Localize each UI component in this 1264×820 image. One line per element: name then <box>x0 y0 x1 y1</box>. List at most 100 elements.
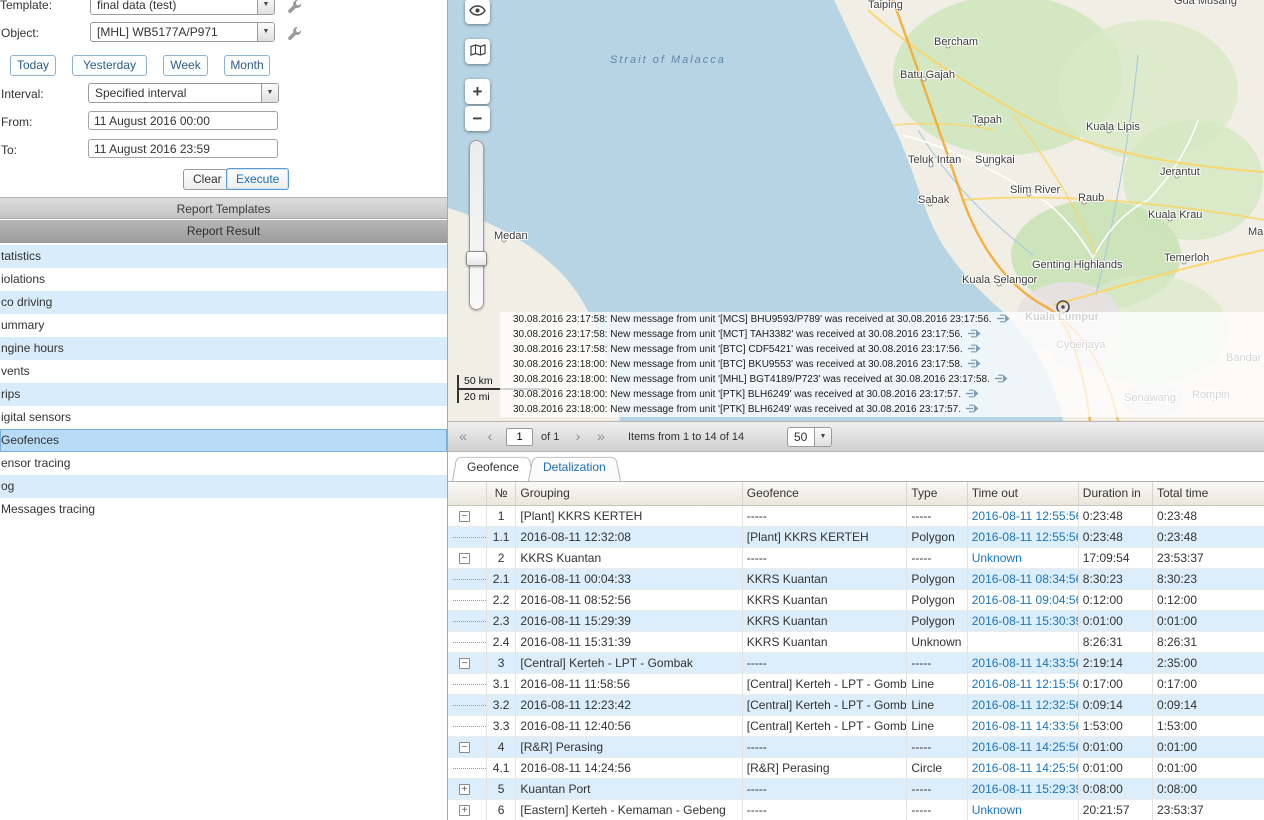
cell-time-out[interactable]: 2016-08-11 14:25:56 <box>968 758 1079 778</box>
expand-toggle-icon[interactable]: + <box>459 805 470 816</box>
cell-type: Line <box>907 716 967 736</box>
report-result-item[interactable]: ummary <box>0 314 447 337</box>
template-select[interactable]: final data (test) ▼ <box>90 0 275 15</box>
tab-detalization[interactable]: Detalization <box>528 454 621 481</box>
cell-geofence: ----- <box>743 779 908 799</box>
locate-unit-arrow-icon[interactable] <box>968 328 981 342</box>
to-date-input[interactable] <box>88 139 278 158</box>
report-result-item[interactable]: og <box>0 475 447 498</box>
zoom-slider-track[interactable] <box>469 140 484 310</box>
table-row[interactable]: 3.32016-08-11 12:40:56[Central] Kerteh -… <box>448 716 1264 737</box>
table-row[interactable]: 3.12016-08-11 11:58:56[Central] Kerteh -… <box>448 674 1264 695</box>
cell-time-out[interactable]: 2016-08-11 15:29:39 <box>968 779 1079 799</box>
tab-geofence[interactable]: Geofence <box>452 454 534 481</box>
cell-time-out[interactable]: 2016-08-11 12:55:56 <box>968 506 1079 526</box>
expand-toggle-icon[interactable]: + <box>459 784 470 795</box>
cell-time-out[interactable]: 2016-08-11 14:33:56 <box>968 716 1079 736</box>
report-result-item[interactable]: ngine hours <box>0 337 447 360</box>
zoom-in-button[interactable]: + <box>465 79 490 104</box>
log-message[interactable]: 30.08.2016 23:18:00: New message from un… <box>500 372 1264 387</box>
report-result-item[interactable]: iolations <box>0 268 447 291</box>
zoom-slider-handle[interactable] <box>466 251 487 266</box>
cell-duration-in: 0:08:00 <box>1079 779 1153 799</box>
table-row[interactable]: −4[R&R] Perasing----------2016-08-11 14:… <box>448 737 1264 758</box>
collapse-toggle-icon[interactable]: − <box>459 742 470 753</box>
locate-unit-arrow-icon[interactable] <box>968 358 981 372</box>
cell-time-out[interactable]: 2016-08-11 14:33:56 <box>968 653 1079 673</box>
chevron-down-icon[interactable]: ▼ <box>257 0 274 14</box>
cell-time-out[interactable]: 2016-08-11 15:30:39 <box>968 611 1079 631</box>
last-page-button[interactable]: » <box>591 427 611 447</box>
locate-unit-arrow-icon[interactable] <box>997 313 1010 327</box>
month-button[interactable]: Month <box>224 55 270 76</box>
clear-button[interactable]: Clear <box>183 169 232 190</box>
today-button[interactable]: Today <box>10 55 56 76</box>
table-row[interactable]: 3.22016-08-11 12:23:42[Central] Kerteh -… <box>448 695 1264 716</box>
yesterday-button[interactable]: Yesterday <box>72 55 147 76</box>
table-row[interactable]: 4.12016-08-11 14:24:56[R&R] PerasingCirc… <box>448 758 1264 779</box>
report-result-item[interactable]: co driving <box>0 291 447 314</box>
prev-page-button[interactable]: ‹ <box>480 427 500 447</box>
chevron-down-icon[interactable]: ▼ <box>261 84 278 102</box>
report-result-item[interactable]: ensor tracing <box>0 452 447 475</box>
cell-time-out[interactable]: 2016-08-11 09:04:56 <box>968 590 1079 610</box>
cell-time-out[interactable]: 2016-08-11 14:25:56 <box>968 737 1079 757</box>
cell-time-out[interactable]: 2016-08-11 12:55:56 <box>968 527 1079 547</box>
report-result-header[interactable]: Report Result <box>0 220 447 243</box>
table-row[interactable]: +6[Eastern] Kerteh - Kemaman - Gebeng---… <box>448 800 1264 820</box>
locate-unit-arrow-icon[interactable] <box>966 403 979 417</box>
table-row[interactable]: −3[Central] Kerteh - LPT - Gombak-------… <box>448 653 1264 674</box>
log-message[interactable]: 30.08.2016 23:17:58: New message from un… <box>500 342 1264 357</box>
collapse-toggle-icon[interactable]: − <box>459 553 470 564</box>
table-row[interactable]: 2.12016-08-11 00:04:33KKRS KuantanPolygo… <box>448 569 1264 590</box>
tree-branch-line <box>453 600 486 601</box>
cell-time-out[interactable]: 2016-08-11 12:15:56 <box>968 674 1079 694</box>
object-settings-wrench-icon[interactable] <box>287 27 302 42</box>
zoom-out-button[interactable]: − <box>465 106 490 131</box>
report-result-item[interactable]: rips <box>0 383 447 406</box>
log-message[interactable]: 30.08.2016 23:18:00: New message from un… <box>500 402 1264 417</box>
chevron-down-icon[interactable]: ▼ <box>814 428 831 446</box>
table-row[interactable]: 2.32016-08-11 15:29:39KKRS KuantanPolygo… <box>448 611 1264 632</box>
table-row[interactable]: 2.22016-08-11 08:52:56KKRS KuantanPolygo… <box>448 590 1264 611</box>
report-result-item[interactable]: igital sensors <box>0 406 447 429</box>
template-settings-wrench-icon[interactable] <box>287 0 302 15</box>
collapse-toggle-icon[interactable]: − <box>459 511 470 522</box>
cell-total-time: 0:09:14 <box>1153 695 1264 715</box>
interval-select[interactable]: Specified interval ▼ <box>88 83 279 103</box>
object-select[interactable]: [MHL] WB5177A/P971 ▼ <box>90 22 275 42</box>
table-row[interactable]: −2KKRS Kuantan----------Unknown17:09:542… <box>448 548 1264 569</box>
page-number-input[interactable] <box>506 428 533 446</box>
table-row[interactable]: 2.42016-08-11 15:31:39KKRS KuantanUnknow… <box>448 632 1264 653</box>
cell-time-out[interactable]: Unknown <box>968 800 1079 820</box>
table-row[interactable]: +5Kuantan Port----------2016-08-11 15:29… <box>448 779 1264 800</box>
week-button[interactable]: Week <box>163 55 208 76</box>
log-message[interactable]: 30.08.2016 23:17:58: New message from un… <box>500 327 1264 342</box>
page-size-select[interactable]: 50 ▼ <box>787 427 832 447</box>
locate-unit-arrow-icon[interactable] <box>995 373 1008 387</box>
cell-time-out[interactable]: 2016-08-11 12:32:56 <box>968 695 1079 715</box>
chevron-down-icon[interactable]: ▼ <box>257 23 274 41</box>
collapse-toggle-icon[interactable]: − <box>459 658 470 669</box>
report-result-item[interactable]: tatistics <box>0 245 447 268</box>
report-result-item[interactable]: Messages tracing <box>0 498 447 521</box>
log-message[interactable]: 30.08.2016 23:18:00: New message from un… <box>500 387 1264 402</box>
map-source-button[interactable] <box>465 39 490 64</box>
log-message[interactable]: 30.08.2016 23:18:00: New message from un… <box>500 357 1264 372</box>
report-templates-header[interactable]: Report Templates <box>0 197 447 219</box>
locate-unit-arrow-icon[interactable] <box>966 388 979 402</box>
map-area[interactable]: TaipingGua MusangBerchamBatu GajahTapahK… <box>448 0 1264 421</box>
cell-time-out[interactable]: Unknown <box>968 548 1079 568</box>
locate-unit-arrow-icon[interactable] <box>968 343 981 357</box>
visibility-eye-button[interactable] <box>465 0 490 24</box>
first-page-button[interactable]: « <box>453 427 473 447</box>
execute-button[interactable]: Execute <box>226 168 289 190</box>
log-message[interactable]: 30.08.2016 23:17:58: New message from un… <box>500 312 1264 327</box>
table-row[interactable]: 1.12016-08-11 12:32:08[Plant] KKRS KERTE… <box>448 527 1264 548</box>
cell-time-out[interactable]: 2016-08-11 08:34:56 <box>968 569 1079 589</box>
table-row[interactable]: −1[Plant] KKRS KERTEH----------2016-08-1… <box>448 506 1264 527</box>
next-page-button[interactable]: › <box>568 427 588 447</box>
report-result-item[interactable]: Geofences <box>0 429 447 452</box>
report-result-item[interactable]: vents <box>0 360 447 383</box>
from-date-input[interactable] <box>88 111 278 130</box>
